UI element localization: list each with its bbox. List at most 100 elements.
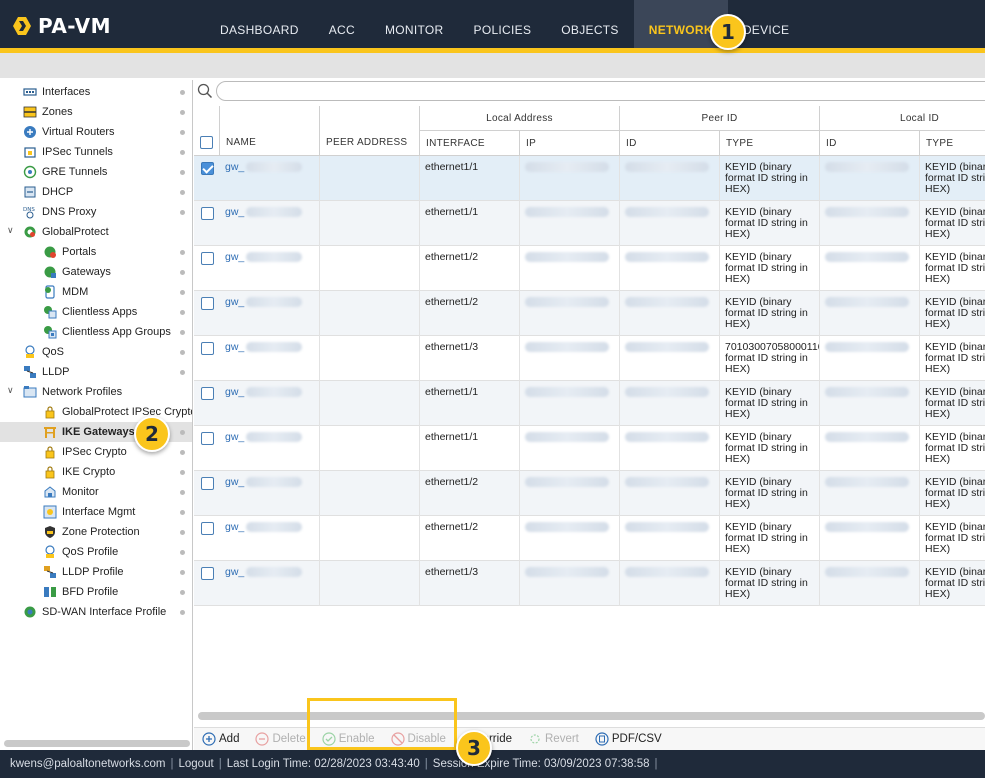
- cell-interface: ethernet1/2: [420, 291, 520, 336]
- row-checkbox[interactable]: [201, 297, 214, 310]
- sidebar-item-clientless-app-groups[interactable]: Clientless App Groups: [0, 322, 192, 342]
- sidebar-item-gateways[interactable]: Gateways: [0, 262, 192, 282]
- gateway-name-link[interactable]: gw_: [225, 161, 244, 173]
- column-header-peer-address[interactable]: PEER ADDRESS: [320, 106, 420, 156]
- sidebar-item-zones[interactable]: Zones: [0, 102, 192, 122]
- sidebar-item-label: Interfaces: [42, 86, 91, 98]
- sidebar-item-globalprotect-ipsec-crypto[interactable]: GlobalProtect IPSec Crypto: [0, 402, 192, 422]
- row-checkbox[interactable]: [201, 252, 214, 265]
- status-dot: [180, 110, 185, 115]
- sidebar-item-virtual-routers[interactable]: Virtual Routers: [0, 122, 192, 142]
- column-header-interface[interactable]: INTERFACE: [420, 131, 520, 156]
- column-header-peer-type[interactable]: TYPE: [720, 131, 820, 156]
- sidebar-item-interfaces[interactable]: Interfaces: [0, 82, 192, 102]
- sidebar-item-dhcp[interactable]: DHCP: [0, 182, 192, 202]
- nav-dashboard[interactable]: DASHBOARD: [205, 0, 314, 48]
- select-all-checkbox[interactable]: [200, 136, 213, 149]
- sidebar-item-label: IKE Gateways: [62, 426, 135, 438]
- sidebar-item-globalprotect[interactable]: GlobalProtect: [0, 222, 192, 242]
- table-row[interactable]: gw_ ethernet1/2 KEYID (binary format ID st…: [194, 516, 985, 561]
- sidebar-item-gre-tunnels[interactable]: GRE Tunnels: [0, 162, 192, 182]
- row-checkbox[interactable]: [201, 162, 214, 175]
- logout-link[interactable]: Logout: [179, 758, 214, 770]
- row-checkbox[interactable]: [201, 342, 214, 355]
- app-logo[interactable]: PA-VM: [12, 14, 111, 38]
- sidebar-item-clientless-apps[interactable]: Clientless Apps: [0, 302, 192, 322]
- add-button[interactable]: Add: [202, 732, 239, 746]
- gateway-name-link[interactable]: gw_: [225, 521, 244, 533]
- cell-peer-type: KEYID (binary format ID string in HEX): [720, 516, 820, 561]
- table-row[interactable]: gw_ ethernet1/1 KEYID (binary format ID st…: [194, 426, 985, 471]
- table-row[interactable]: gw_ ethernet1/1 KEYID (binary format ID st…: [194, 381, 985, 426]
- search-icon[interactable]: [197, 83, 213, 99]
- column-group-local-id: Local ID: [820, 106, 985, 131]
- row-checkbox[interactable]: [201, 207, 214, 220]
- nav-monitor[interactable]: MONITOR: [370, 0, 459, 48]
- delete-button[interactable]: Delete: [255, 732, 306, 746]
- table-row[interactable]: gw_ ethernet1/1 KEYID (binary format ID st…: [194, 201, 985, 246]
- row-checkbox[interactable]: [201, 522, 214, 535]
- revert-button[interactable]: Revert: [528, 732, 579, 746]
- zones-icon: [23, 106, 37, 118]
- sidebar-item-qos[interactable]: QoS: [0, 342, 192, 362]
- nav-acc[interactable]: ACC: [314, 0, 370, 48]
- row-checkbox[interactable]: [201, 432, 214, 445]
- gateway-name-link[interactable]: gw_: [225, 386, 244, 398]
- pdf-csv-button[interactable]: PDF/CSV: [595, 732, 662, 746]
- sidebar-item-ike-crypto[interactable]: IKE Crypto: [0, 462, 192, 482]
- table-row[interactable]: gw_ ethernet1/3 70103007058000116 format I…: [194, 336, 985, 381]
- sidebar-item-lldp[interactable]: LLDP: [0, 362, 192, 382]
- sidebar-item-label: Clientless Apps: [62, 306, 138, 318]
- table-row[interactable]: gw_ ethernet1/1 KEYID (binary format ID st…: [194, 156, 985, 201]
- row-checkbox[interactable]: [201, 387, 214, 400]
- callout-badge-2: 2: [134, 416, 170, 452]
- cell-name: gw_: [220, 336, 320, 381]
- gateway-name-link[interactable]: gw_: [225, 251, 244, 263]
- redacted-text: [625, 297, 709, 308]
- gateway-name-link[interactable]: gw_: [225, 431, 244, 443]
- filter-input[interactable]: [216, 81, 985, 101]
- row-checkbox[interactable]: [201, 567, 214, 580]
- column-header-name[interactable]: NAME: [220, 106, 320, 156]
- document-icon: [595, 732, 609, 746]
- table-row[interactable]: gw_ ethernet1/3 KEYID (binary format ID st…: [194, 561, 985, 606]
- table-row[interactable]: gw_ ethernet1/2 KEYID (binary format ID st…: [194, 471, 985, 516]
- row-checkbox[interactable]: [201, 477, 214, 490]
- gateway-name-link[interactable]: gw_: [225, 341, 244, 353]
- sidebar-horizontal-scrollbar[interactable]: [4, 740, 190, 747]
- column-header-local-type[interactable]: TYPE: [920, 131, 985, 156]
- sidebar-item-portals[interactable]: Portals: [0, 242, 192, 262]
- sidebar-item-interface-mgmt[interactable]: Interface Mgmt: [0, 502, 192, 522]
- column-header-local-id[interactable]: ID: [820, 131, 920, 156]
- cell-local-type: KEYID (binary format ID string in HEX): [920, 471, 985, 516]
- gateway-name-link[interactable]: gw_: [225, 476, 244, 488]
- sidebar-item-zone-protection[interactable]: Zone Protection: [0, 522, 192, 542]
- qos-profile-icon: [45, 545, 55, 558]
- column-header-peer-id[interactable]: ID: [620, 131, 720, 156]
- table-row[interactable]: gw_ ethernet1/2 KEYID (binary format ID st…: [194, 291, 985, 336]
- sidebar-item-ipsec-tunnels[interactable]: IPSec Tunnels: [0, 142, 192, 162]
- gateway-name-link[interactable]: gw_: [225, 566, 244, 578]
- sidebar-item-qos-profile[interactable]: QoS Profile: [0, 542, 192, 562]
- cell-peer-id: [620, 516, 720, 561]
- sidebar-item-sd-wan-interface-profile[interactable]: SD-WAN Interface Profile: [0, 602, 192, 622]
- nav-policies[interactable]: POLICIES: [459, 0, 547, 48]
- column-header-ip[interactable]: IP: [520, 131, 620, 156]
- table-row[interactable]: gw_ ethernet1/2 KEYID (binary format ID st…: [194, 246, 985, 291]
- redacted-text: [625, 387, 709, 398]
- sidebar-item-bfd-profile[interactable]: BFD Profile: [0, 582, 192, 602]
- cell-peer-address: [320, 426, 420, 471]
- nav-objects[interactable]: OBJECTS: [546, 0, 633, 48]
- sidebar-item-monitor[interactable]: Monitor: [0, 482, 192, 502]
- cell-peer-id: [620, 156, 720, 201]
- sidebar-item-dns-proxy[interactable]: DNS DNS Proxy: [0, 202, 192, 222]
- cell-peer-type: KEYID (binary format ID string in HEX): [720, 381, 820, 426]
- gateway-name-link[interactable]: gw_: [225, 206, 244, 218]
- sidebar-item-network-profiles[interactable]: Network Profiles: [0, 382, 192, 402]
- sidebar-item-mdm[interactable]: MDM: [0, 282, 192, 302]
- sidebar-item-lldp-profile[interactable]: LLDP Profile: [0, 562, 192, 582]
- separator: |: [170, 758, 174, 770]
- status-dot: [180, 290, 185, 295]
- gateway-name-link[interactable]: gw_: [225, 296, 244, 308]
- sidebar-item-label: QoS: [42, 346, 65, 358]
